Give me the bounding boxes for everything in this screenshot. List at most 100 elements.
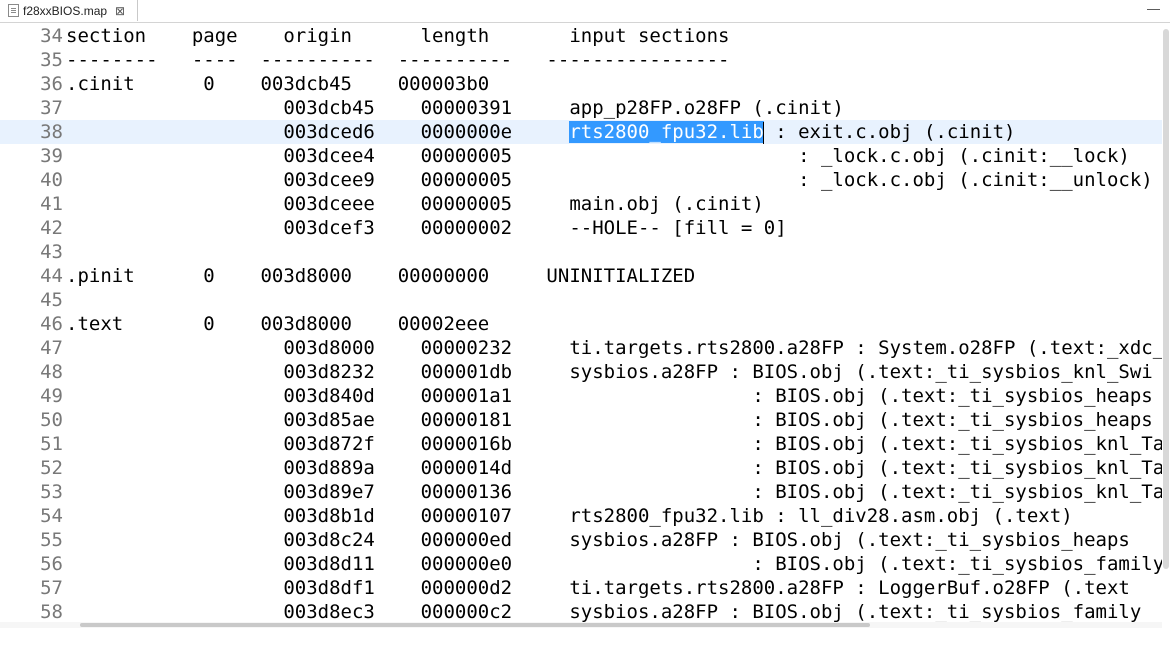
line-number: 53: [40, 481, 63, 503]
line-text-content: .cinit 0 003dcb45 000003b0: [66, 73, 490, 95]
text-selection[interactable]: rts2800_fpu32.lib: [569, 121, 764, 143]
line-number: 47: [40, 337, 63, 359]
line-number: 49: [40, 385, 63, 407]
code-line[interactable]: 57 003d8df1 000000d2 ti.targets.rts2800.…: [0, 576, 1162, 600]
line-text: .pinit 0 003d8000 00000000 UNINITIALIZED: [63, 264, 695, 288]
line-text-content: 003dcef3 00000002 --HOLE-- [fill = 0]: [66, 217, 787, 239]
code-line[interactable]: 35 -------- ---- ---------- ---------- --…: [0, 48, 1162, 72]
line-number: 46: [40, 313, 63, 335]
code-line[interactable]: 56 003d8d11 000000e0 : BIOS.obj (.text:_…: [0, 552, 1162, 576]
line-number: 50: [40, 409, 63, 431]
line-number: 56: [40, 553, 63, 575]
line-text-content: 003d8000 00000232 ti.targets.rts2800.a28…: [283, 337, 1162, 359]
code-line[interactable]: 51 003d872f 0000016b : BIOS.obj (.text:_…: [0, 432, 1162, 456]
vertical-scrollbar[interactable]: [1162, 23, 1170, 623]
line-text-content: 003d8232 000001db sysbios.a28FP : BIOS.o…: [66, 361, 1153, 383]
line-text: 003d840d 000001a1 : BIOS.obj (.text:_ti_…: [63, 384, 1152, 408]
code-line[interactable]: 38 003dced6 0000000e rts2800_fpu32.lib :…: [0, 120, 1162, 144]
line-text-content: 003dcee4 00000005 : _lock.c.obj (.cinit:…: [66, 145, 1130, 167]
line-text-content: 003dceee 00000005 main.obj (.cinit): [66, 193, 764, 215]
line-number: 34: [40, 25, 63, 47]
line-number: 36: [40, 73, 63, 95]
vertical-scroll-thumb[interactable]: [1163, 29, 1169, 569]
line-text-content: .pinit 0 003d8000 00000000 UNINITIALIZED: [66, 265, 696, 287]
line-text: 003dced6 0000000e rts2800_fpu32.lib : ex…: [63, 120, 1015, 144]
line-text-content: 003d8df1 000000d2 ti.targets.rts2800.a28…: [66, 577, 1130, 599]
line-text-content: -------- ---- ---------- ---------- ----…: [66, 49, 730, 71]
line-text-content: section page origin length input section…: [66, 25, 730, 47]
line-text: -------- ---- ---------- ---------- ----…: [63, 48, 729, 72]
line-text-content: .text 0 003d8000 00002eee: [66, 313, 490, 335]
line-text: 003d872f 0000016b : BIOS.obj (.text:_ti_…: [63, 432, 1162, 456]
line-text-content: 003d89e7 00000136 : BIOS.obj (.text:_ti_…: [66, 481, 1162, 503]
line-text: .text 0 003d8000 00002eee: [63, 312, 489, 336]
line-number: 41: [40, 193, 63, 215]
line-number: 37: [40, 97, 63, 119]
code-line[interactable]: 53 003d89e7 00000136 : BIOS.obj (.text:_…: [0, 480, 1162, 504]
line-text: 003dcee4 00000005 : _lock.c.obj (.cinit:…: [63, 144, 1130, 168]
line-number: 40: [40, 169, 63, 191]
line-number: 51: [40, 433, 63, 455]
line-text: 003d8000 00000232 ti.targets.rts2800.a28…: [63, 336, 1162, 360]
code-line[interactable]: 40 003dcee9 00000005 : _lock.c.obj (.cin…: [0, 168, 1162, 192]
code-line[interactable]: 37 003dcb45 00000391 app_p28FP.o28FP (.c…: [0, 96, 1162, 120]
horizontal-scrollbar[interactable]: [0, 622, 1162, 628]
line-text: 003dcef3 00000002 --HOLE-- [fill = 0]: [63, 216, 787, 240]
code-line[interactable]: 45: [0, 288, 1162, 312]
code-line[interactable]: 55 003d8c24 000000ed sysbios.a28FP : BIO…: [0, 528, 1162, 552]
line-text: 003d8b1d 00000107 rts2800_fpu32.lib : ll…: [63, 504, 1073, 528]
line-text: 003d8232 000001db sysbios.a28FP : BIOS.o…: [63, 360, 1153, 384]
code-line[interactable]: 49 003d840d 000001a1 : BIOS.obj (.text:_…: [0, 384, 1162, 408]
code-line[interactable]: 34 section page origin length input secti…: [0, 24, 1162, 48]
line-text-content: 003d8c24 000000ed sysbios.a28FP : BIOS.o…: [66, 529, 1130, 551]
line-text: 003d89e7 00000136 : BIOS.obj (.text:_ti_…: [63, 480, 1162, 504]
code-line[interactable]: 58 003d8ec3 000000c2 sysbios.a28FP : BIO…: [0, 600, 1162, 623]
code-line[interactable]: 39 003dcee4 00000005 : _lock.c.obj (.cin…: [0, 144, 1162, 168]
text-editor[interactable]: 34 section page origin length input secti…: [0, 23, 1162, 623]
line-number: 44: [40, 265, 63, 287]
line-text: 003d8d11 000000e0 : BIOS.obj (.text:_ti_…: [63, 552, 1162, 576]
line-text-after-selection: : exit.c.obj (.cinit): [763, 121, 1016, 143]
line-number: 43: [40, 241, 63, 263]
line-text: 003d8ec3 000000c2 sysbios.a28FP : BIOS.o…: [63, 600, 1141, 623]
line-number: 42: [40, 217, 63, 239]
line-number: 39: [40, 145, 63, 167]
code-line[interactable]: 42 003dcef3 00000002 --HOLE-- [fill = 0]: [0, 216, 1162, 240]
tab-title: f28xxBIOS.map: [23, 3, 108, 18]
code-line[interactable]: 44 .pinit 0 003d8000 00000000 UNINITIALIZ…: [0, 264, 1162, 288]
code-line[interactable]: 43: [0, 240, 1162, 264]
code-line[interactable]: 46 .text 0 003d8000 00002eee: [0, 312, 1162, 336]
line-text: 003d85ae 00000181 : BIOS.obj (.text:_ti_…: [63, 408, 1153, 432]
code-line[interactable]: 36 .cinit 0 003dcb45 000003b0: [0, 72, 1162, 96]
line-text: .cinit 0 003dcb45 000003b0: [63, 72, 489, 96]
code-line[interactable]: 41 003dceee 00000005 main.obj (.cinit): [0, 192, 1162, 216]
code-line[interactable]: 50 003d85ae 00000181 : BIOS.obj (.text:_…: [0, 408, 1162, 432]
line-text: section page origin length input section…: [63, 24, 729, 48]
line-text-content: 003d8b1d 00000107 rts2800_fpu32.lib : ll…: [66, 505, 1073, 527]
code-line[interactable]: 52 003d889a 0000014d : BIOS.obj (.text:_…: [0, 456, 1162, 480]
close-icon[interactable]: ⊠: [115, 4, 125, 18]
code-line[interactable]: 48 003d8232 000001db sysbios.a28FP : BIO…: [0, 360, 1162, 384]
line-text-content: 003d85ae 00000181 : BIOS.obj (.text:_ti_…: [66, 409, 1153, 431]
code-line[interactable]: 54 003d8b1d 00000107 rts2800_fpu32.lib :…: [0, 504, 1162, 528]
horizontal-scroll-thumb[interactable]: [80, 623, 870, 627]
line-text: 003dcee9 00000005 : _lock.c.obj (.cinit:…: [63, 168, 1153, 192]
line-text-content: 003dcee9 00000005 : _lock.c.obj (.cinit:…: [66, 169, 1153, 191]
line-number: 35: [40, 49, 63, 71]
line-text-content: 003d8ec3 000000c2 sysbios.a28FP : BIOS.o…: [66, 601, 1142, 623]
line-text-content: 003dced6 0000000e: [66, 121, 570, 143]
line-number: 58: [40, 601, 63, 623]
line-text-content: 003dcb45 00000391 app_p28FP.o28FP (.cini…: [66, 97, 844, 119]
line-text-content: 003d889a 0000014d : BIOS.obj (.text:_ti_…: [66, 457, 1162, 479]
line-number: 52: [40, 457, 63, 479]
tab-f28xxbios-map[interactable]: f28xxBIOS.map ⊠: [0, 0, 138, 21]
line-number: 55: [40, 529, 63, 551]
line-number: 38: [40, 121, 63, 143]
line-text: 003d8c24 000000ed sysbios.a28FP : BIOS.o…: [63, 528, 1130, 552]
line-text-content: 003d8d11 000000e0 : BIOS.obj (.text:_ti_…: [66, 553, 1162, 575]
line-text-content: 003d872f 0000016b : BIOS.obj (.text:_ti_…: [66, 433, 1162, 455]
line-text: 003d8df1 000000d2 ti.targets.rts2800.a28…: [63, 576, 1130, 600]
minimize-icon[interactable]: —: [1147, 1, 1160, 16]
code-line[interactable]: 47 003d8000 00000232 ti.targets.rts2800.…: [0, 336, 1162, 360]
editor-tab-bar: f28xxBIOS.map ⊠ —: [0, 0, 1170, 23]
